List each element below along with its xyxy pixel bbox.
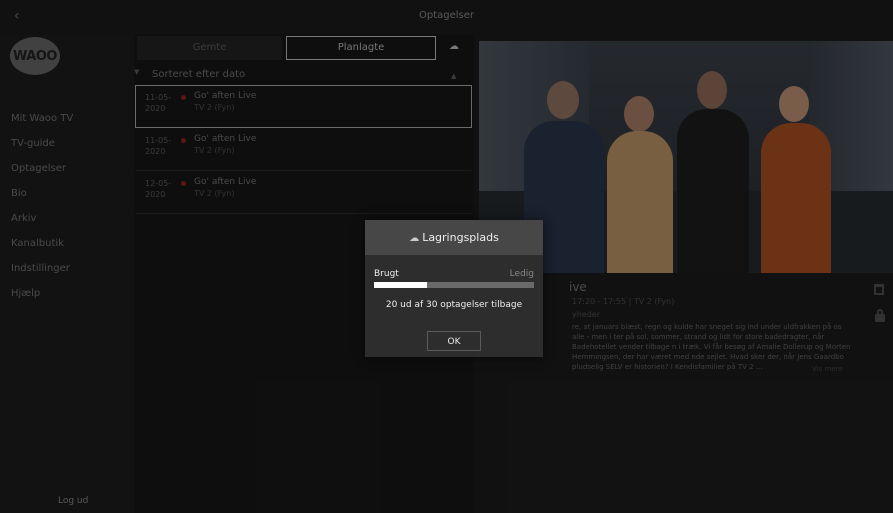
cloud-icon: ☁	[409, 233, 420, 244]
dialog-title: Lagringsplads	[422, 231, 499, 244]
storage-dialog: ☁ Lagringsplads Brugt Ledig 20 ud af 30 o…	[365, 220, 543, 357]
storage-progress-bar	[374, 282, 534, 288]
free-label: Ledig	[509, 269, 534, 279]
ok-button[interactable]: OK	[427, 331, 481, 351]
storage-progress-fill	[374, 282, 428, 288]
storage-message: 20 ud af 30 optagelser tilbage	[385, 300, 523, 310]
used-label: Brugt	[374, 269, 399, 279]
dialog-header: ☁ Lagringsplads	[365, 220, 543, 255]
